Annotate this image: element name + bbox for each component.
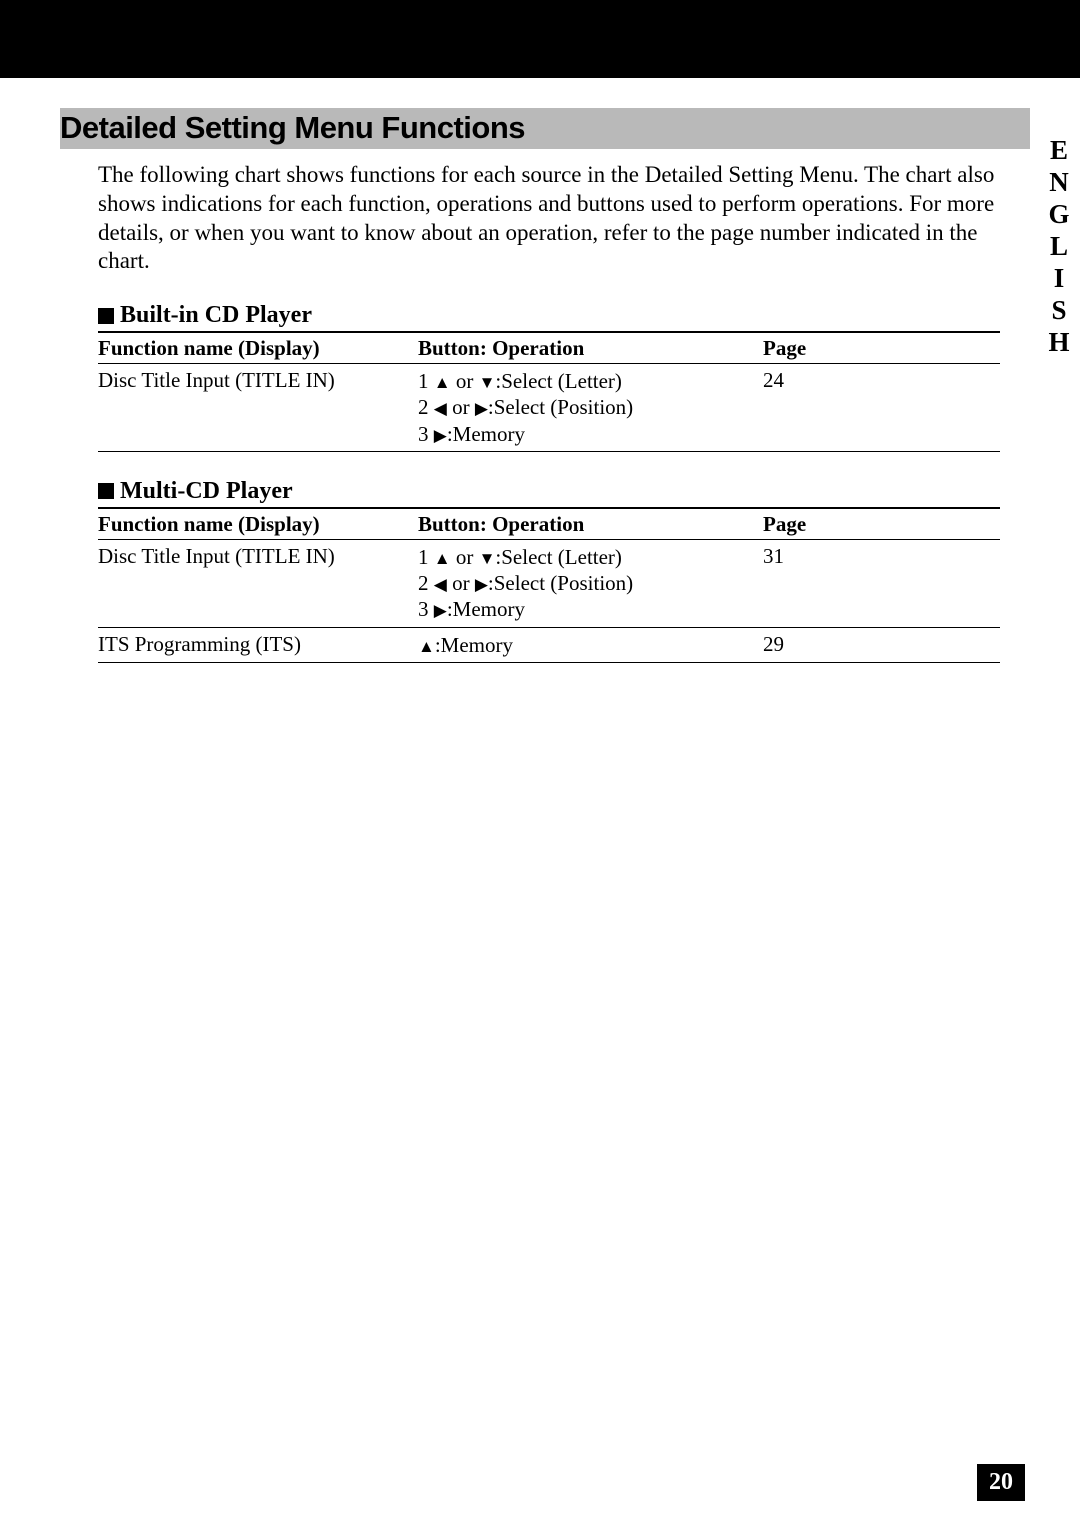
page-cell: 24 bbox=[763, 364, 1000, 452]
operation-line: 3 ▶:Memory bbox=[418, 596, 763, 622]
table-row: Disc Title Input (TITLE IN)1 ▲ or ▼:Sele… bbox=[98, 539, 1000, 627]
square-bullet-icon bbox=[98, 483, 114, 499]
down-arrow-icon: ▼ bbox=[479, 374, 496, 391]
operation-cell: 1 ▲ or ▼:Select (Letter)2 ◀ or ▶:Select … bbox=[418, 539, 763, 627]
down-arrow-icon: ▼ bbox=[479, 550, 496, 567]
column-header-page: Page bbox=[763, 333, 1000, 364]
page-content: Detailed Setting Menu Functions The foll… bbox=[60, 108, 1030, 663]
function-name-cell: Disc Title Input (TITLE IN) bbox=[98, 539, 418, 627]
intro-paragraph: The following chart shows functions for … bbox=[60, 161, 1030, 276]
operation-cell: 1 ▲ or ▼:Select (Letter)2 ◀ or ▶:Select … bbox=[418, 364, 763, 452]
page-number: 20 bbox=[977, 1464, 1025, 1501]
operation-line: 1 ▲ or ▼:Select (Letter) bbox=[418, 368, 763, 394]
function-name-cell: Disc Title Input (TITLE IN) bbox=[98, 364, 418, 452]
right-arrow-icon: ▶ bbox=[434, 427, 447, 444]
column-header-function: Function name (Display) bbox=[98, 509, 418, 540]
operation-line: 3 ▶:Memory bbox=[418, 421, 763, 447]
section-heading: Built-in CD Player bbox=[98, 302, 1000, 333]
left-arrow-icon: ◀ bbox=[434, 400, 447, 417]
column-header-operation: Button: Operation bbox=[418, 509, 763, 540]
page-cell: 31 bbox=[763, 539, 1000, 627]
function-section: Multi-CD Player Function name (Display)Bu… bbox=[60, 478, 1030, 663]
left-arrow-icon: ◀ bbox=[434, 576, 447, 593]
operation-line: 2 ◀ or ▶:Select (Position) bbox=[418, 394, 763, 420]
operation-line: 2 ◀ or ▶:Select (Position) bbox=[418, 570, 763, 596]
square-bullet-icon bbox=[98, 308, 114, 324]
function-table: Function name (Display)Button: Operation… bbox=[98, 333, 1000, 452]
column-header-page: Page bbox=[763, 509, 1000, 540]
page-title: Detailed Setting Menu Functions bbox=[60, 108, 1030, 149]
section-heading: Multi-CD Player bbox=[98, 478, 1000, 509]
right-arrow-icon: ▶ bbox=[475, 400, 488, 417]
black-header-bar bbox=[0, 0, 1080, 78]
up-arrow-icon: ▲ bbox=[434, 374, 451, 391]
column-header-operation: Button: Operation bbox=[418, 333, 763, 364]
section-title: Built-in CD Player bbox=[120, 302, 312, 329]
right-arrow-icon: ▶ bbox=[434, 602, 447, 619]
function-name-cell: ITS Programming (ITS) bbox=[98, 627, 418, 662]
operation-cell: ▲:Memory bbox=[418, 627, 763, 662]
operation-line: 1 ▲ or ▼:Select (Letter) bbox=[418, 544, 763, 570]
page-cell: 29 bbox=[763, 627, 1000, 662]
up-arrow-icon: ▲ bbox=[418, 638, 435, 655]
table-row: Disc Title Input (TITLE IN)1 ▲ or ▼:Sele… bbox=[98, 364, 1000, 452]
column-header-function: Function name (Display) bbox=[98, 333, 418, 364]
up-arrow-icon: ▲ bbox=[434, 550, 451, 567]
section-title: Multi-CD Player bbox=[120, 478, 293, 505]
right-arrow-icon: ▶ bbox=[475, 576, 488, 593]
function-table: Function name (Display)Button: Operation… bbox=[98, 509, 1000, 663]
function-section: Built-in CD Player Function name (Display… bbox=[60, 302, 1030, 452]
language-side-label: ENGLISH bbox=[1043, 135, 1074, 359]
table-row: ITS Programming (ITS)▲:Memory29 bbox=[98, 627, 1000, 662]
operation-line: ▲:Memory bbox=[418, 632, 763, 658]
